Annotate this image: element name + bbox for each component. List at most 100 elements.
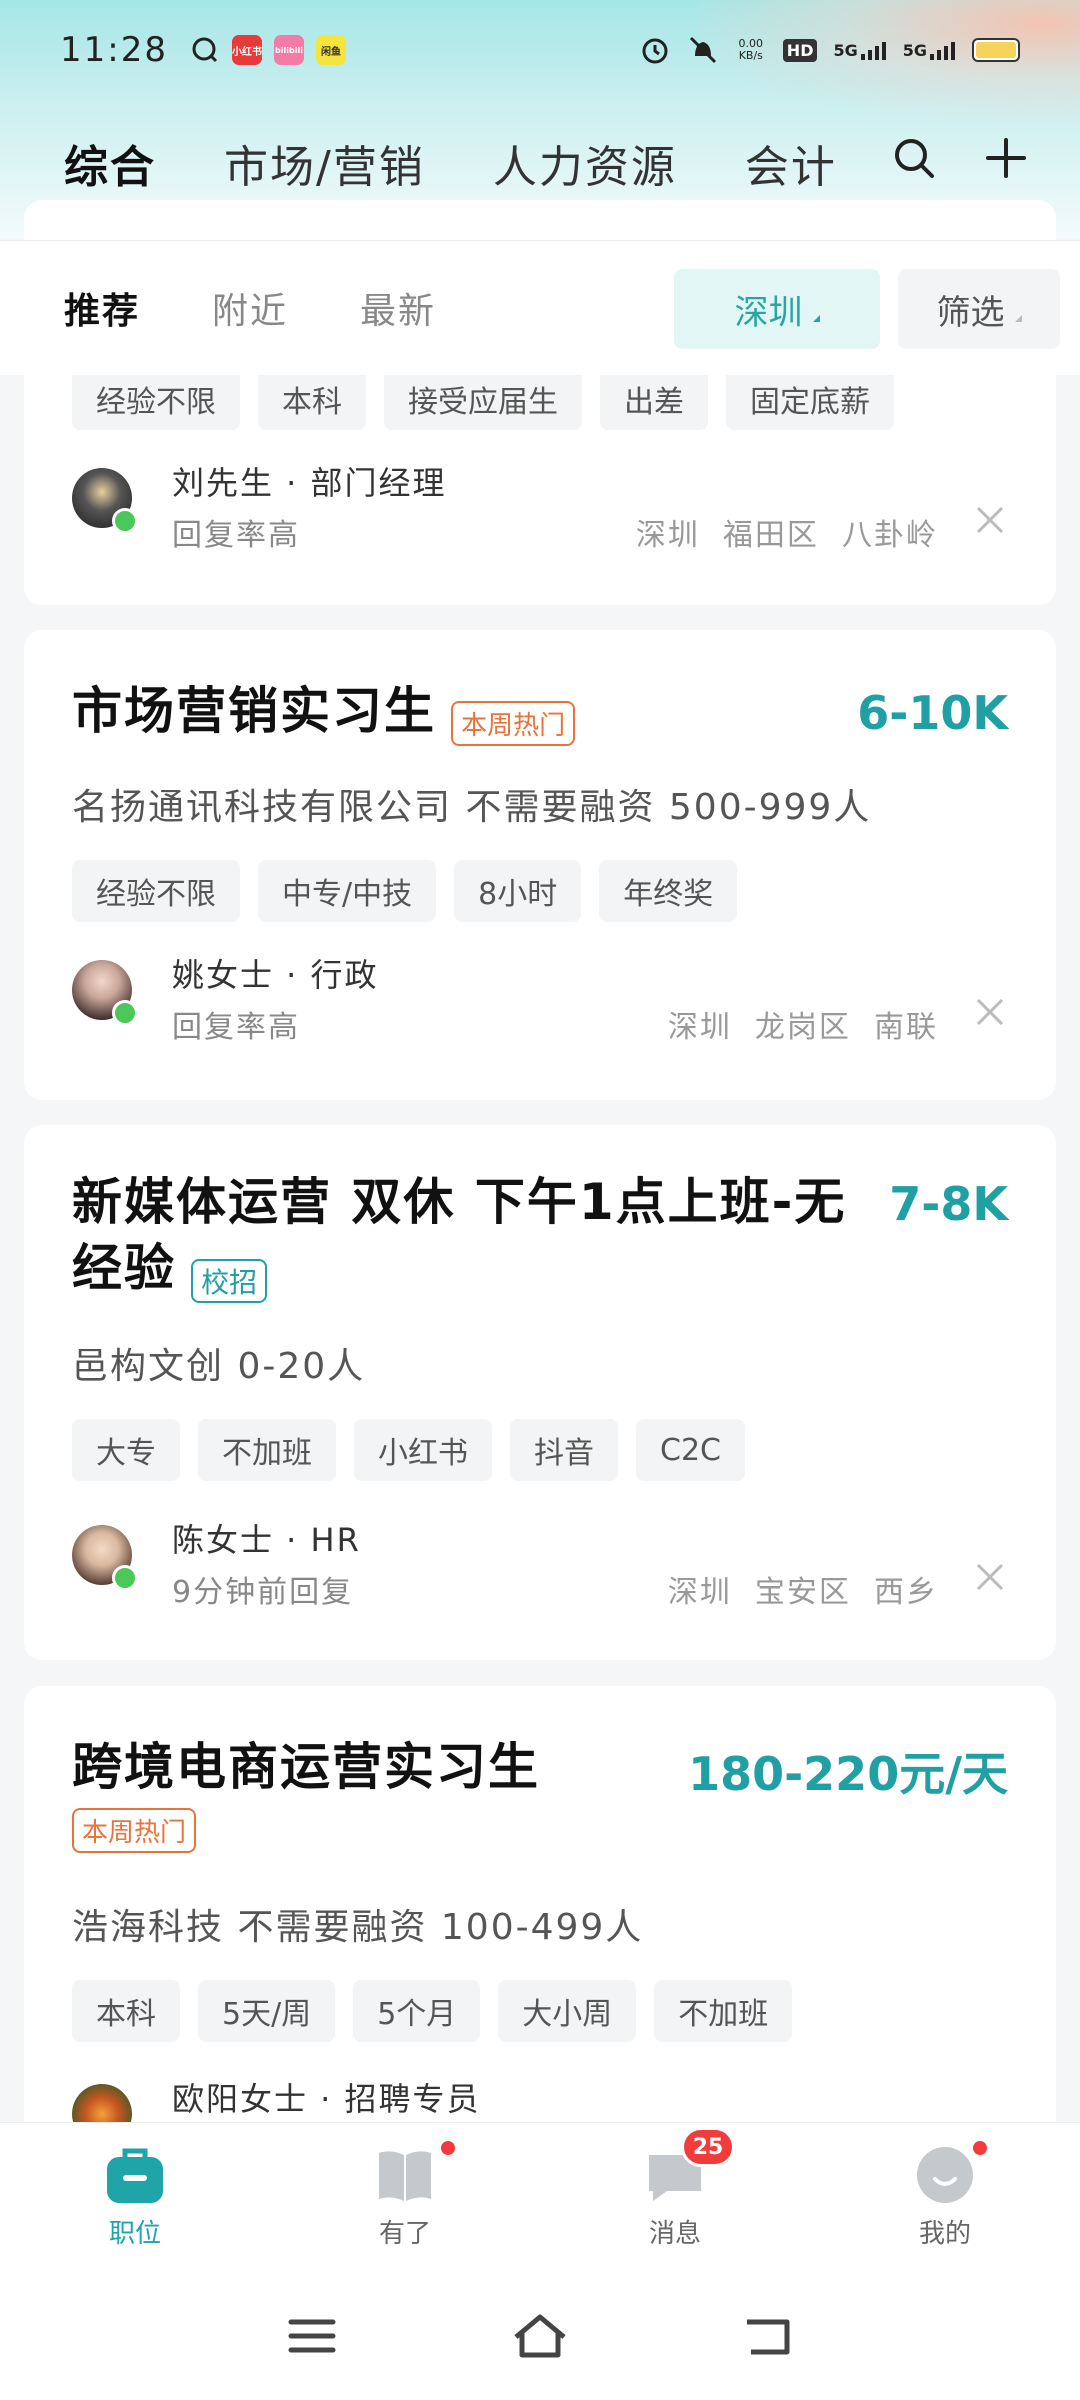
- menu-icon[interactable]: [287, 2316, 337, 2356]
- job-tag: 本科: [72, 1980, 180, 2042]
- profile-icon: [917, 2147, 973, 2203]
- message-count-badge: 25: [681, 2127, 735, 2167]
- recruiter-name: 姚女士 · 行政: [172, 956, 379, 994]
- job-title-row: 市场营销实习生 本周热门: [72, 678, 576, 746]
- battery-icon: [972, 38, 1020, 62]
- job-tag: 抖音: [510, 1419, 618, 1481]
- tab-recommend[interactable]: 推荐: [64, 282, 140, 334]
- job-tags: 经验不限 本科 接受应届生 出差 固定底薪: [72, 368, 894, 430]
- job-tag: 8小时: [454, 860, 582, 922]
- job-tags: 大专 不加班 小红书 抖音 C2C: [72, 1419, 745, 1481]
- add-icon[interactable]: [984, 136, 1028, 180]
- job-location: 深圳 福田区 八卦岭: [635, 518, 938, 553]
- bottom-navigation: 职位 有了 25 消息 我的: [0, 2122, 1080, 2272]
- job-tag: C2C: [636, 1419, 745, 1481]
- company-info: 名扬通讯科技有限公司 不需要融资 500-999人: [72, 787, 872, 828]
- sim2-signal: 5G: [903, 40, 956, 60]
- alarm-icon: [642, 38, 668, 64]
- hot-badge: 本周热门: [72, 1808, 197, 1853]
- briefcase-icon: [107, 2148, 163, 2203]
- chat-bubble-icon: [192, 37, 218, 63]
- avatar: [72, 2084, 132, 2122]
- category-tabs: 综合 市场/营销 人力资源 会计: [0, 118, 1080, 208]
- nav-label: 有了: [378, 2219, 431, 2249]
- dropdown-icon: [812, 314, 820, 322]
- company-info: 浩海科技 不需要融资 100-499人: [72, 1907, 644, 1948]
- notification-dot: [439, 2139, 457, 2157]
- job-tag: 经验不限: [72, 860, 240, 922]
- job-card[interactable]: 跨境电商运营实习生 180-220元/天 本周热门 浩海科技 不需要融资 100…: [24, 1686, 1056, 2122]
- hd-label: HD: [782, 38, 818, 62]
- home-icon[interactable]: [510, 2311, 570, 2361]
- nav-youle[interactable]: 有了: [270, 2123, 540, 2272]
- job-card[interactable]: 市场营销实习生 本周热门 6-10K 名扬通讯科技有限公司 不需要融资 500-…: [24, 630, 1056, 1100]
- book-icon: [379, 2151, 431, 2201]
- city-selector[interactable]: 深圳: [674, 269, 880, 349]
- search-icon[interactable]: [892, 136, 936, 180]
- job-tag: 接受应届生: [384, 368, 582, 430]
- system-navigation: [0, 2272, 1080, 2400]
- status-indicators: 0.00 KB/s HD 5G 5G: [639, 34, 1020, 66]
- nav-messages[interactable]: 25 消息: [540, 2123, 810, 2272]
- close-icon[interactable]: [972, 1559, 1008, 1595]
- job-title-continued: 经验: [72, 1239, 176, 1297]
- recruiter-info: 刘先生 · 部门经理 回复率高 深圳 福田区 八卦岭: [72, 458, 1008, 553]
- recruiter-name: 刘先生 · 部门经理: [172, 464, 447, 502]
- nav-label: 职位: [108, 2219, 161, 2249]
- close-icon[interactable]: [972, 502, 1008, 538]
- header-actions: [892, 136, 1028, 180]
- nav-label: 我的: [918, 2219, 971, 2249]
- job-tag: 大专: [72, 1419, 180, 1481]
- tab-hr[interactable]: 人力资源: [493, 131, 677, 195]
- status-time: 11:28: [60, 30, 168, 70]
- hot-badge: 本周热门: [451, 701, 576, 746]
- job-location: 深圳 宝安区 西乡: [667, 1575, 938, 1610]
- salary: 6-10K: [857, 686, 1008, 740]
- recruiter-info: 欧阳女士 · 招聘专员: [72, 2074, 1008, 2122]
- job-title-row: 新媒体运营 双休 下午1点上班-无 经验 校招: [72, 1169, 892, 1303]
- bilibili-icon: bilibili: [273, 35, 304, 65]
- campus-badge: 校招: [191, 1258, 268, 1303]
- tab-general[interactable]: 综合: [64, 131, 156, 195]
- job-tag: 小红书: [354, 1419, 492, 1481]
- back-icon[interactable]: [743, 2314, 793, 2358]
- job-tag: 经验不限: [72, 368, 240, 430]
- online-indicator: [112, 1565, 138, 1591]
- job-tag: 5天/周: [198, 1980, 336, 2042]
- job-title: 新媒体运营 双休 下午1点上班-无: [72, 1173, 847, 1231]
- tab-latest[interactable]: 最新: [360, 282, 436, 334]
- tab-nearby[interactable]: 附近: [212, 282, 288, 334]
- filter-label: 筛选: [936, 292, 1005, 333]
- nav-label: 消息: [648, 2219, 701, 2249]
- job-tag: 出差: [600, 368, 708, 430]
- job-tag: 本科: [258, 368, 366, 430]
- salary: 180-220元/天: [688, 1747, 1008, 1801]
- dropdown-icon: [1014, 314, 1022, 322]
- reply-rate: 9分钟前回复: [172, 1575, 354, 1610]
- salary: 7-8K: [889, 1177, 1008, 1231]
- job-tag: 大小周: [498, 1980, 637, 2042]
- status-bar: 11:28 小红书 bilibili 闲鱼 0.00 KB/s HD 5G 5G: [0, 0, 1080, 100]
- job-tag: 中专/中技: [258, 860, 437, 922]
- mute-icon: [689, 36, 716, 64]
- city-label: 深圳: [734, 292, 803, 333]
- nav-profile[interactable]: 我的: [810, 2123, 1080, 2272]
- tab-marketing[interactable]: 市场/营销: [224, 131, 425, 195]
- filter-button[interactable]: 筛选: [898, 269, 1060, 349]
- notification-dot: [971, 2139, 989, 2157]
- job-tag: 固定底薪: [726, 368, 894, 430]
- recruiter-info: 姚女士 · 行政 回复率高 深圳 龙岗区 南联: [72, 950, 1008, 1045]
- recruiter-name: 欧阳女士 · 招聘专员: [172, 2080, 481, 2118]
- xiaohongshu-icon: 小红书: [231, 35, 262, 65]
- tab-accounting[interactable]: 会计: [745, 131, 837, 195]
- nav-jobs[interactable]: 职位: [0, 2123, 270, 2272]
- job-location: 深圳 龙岗区 南联: [667, 1010, 938, 1045]
- sim1-signal: 5G: [833, 40, 886, 60]
- job-card[interactable]: 新媒体运营 双休 下午1点上班-无 经验 校招 7-8K 邑构文创 0-20人 …: [24, 1125, 1056, 1660]
- net-speed: 0.00 KB/s: [738, 37, 764, 62]
- app-icon: 闲鱼: [315, 35, 346, 65]
- status-app-icons: 小红书 bilibili 闲鱼: [190, 35, 346, 65]
- reply-rate: 回复率高: [172, 1010, 300, 1045]
- close-icon[interactable]: [972, 994, 1008, 1030]
- job-tag: 不加班: [654, 1980, 793, 2042]
